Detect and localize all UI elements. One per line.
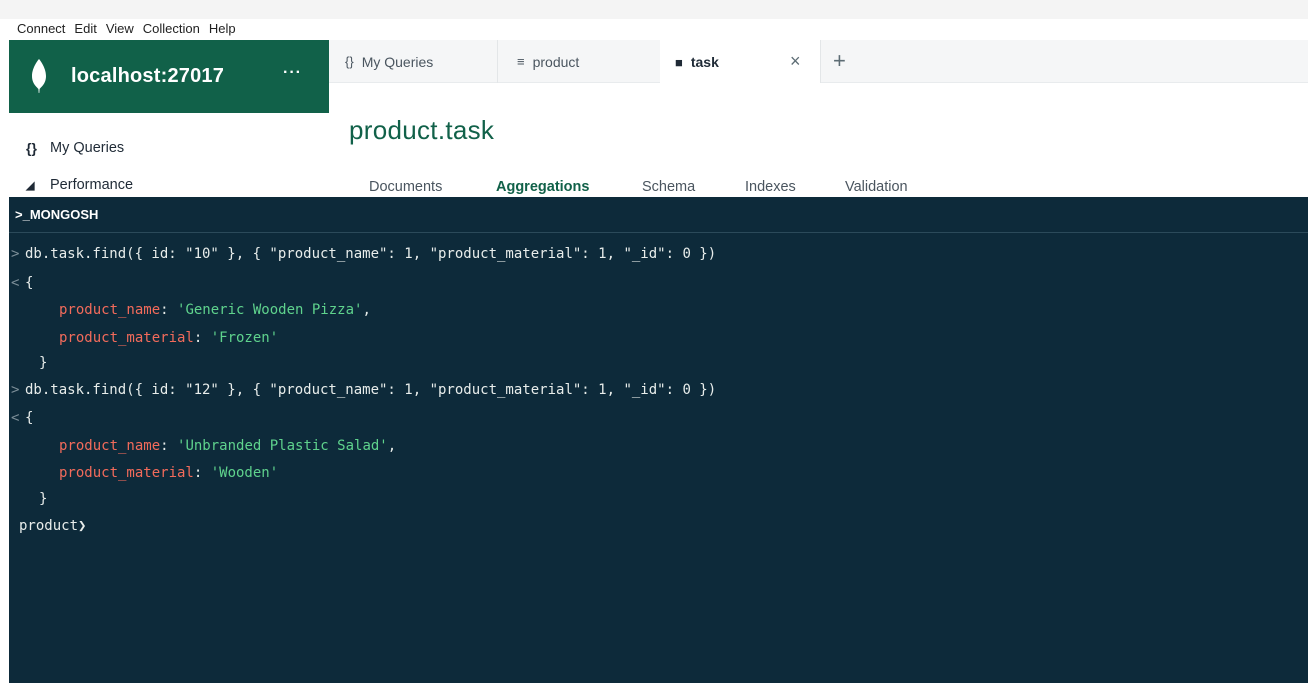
tab-label: product bbox=[532, 53, 580, 70]
field-value: 'Generic Wooden Pizza' bbox=[177, 302, 363, 318]
input-chevron-icon: > bbox=[11, 246, 20, 262]
window-title-strip bbox=[0, 0, 1308, 19]
output-close-brace: } bbox=[39, 355, 48, 371]
field-key: product_material bbox=[59, 330, 194, 346]
output-open-brace: { bbox=[25, 275, 34, 291]
shell-output-line: <{ bbox=[11, 408, 33, 428]
database-icon: ≡ bbox=[517, 54, 525, 69]
shell-prompt: product bbox=[19, 518, 79, 534]
connection-name: localhost:27017 bbox=[71, 65, 225, 87]
mongosh-shell[interactable]: >_MONGOSH > db.task.find({ id: "10" }, { … bbox=[9, 197, 1308, 683]
menubar: Connect Edit View Collection Help bbox=[0, 19, 236, 39]
subtab-validation[interactable]: Validation bbox=[845, 179, 908, 195]
output-field: product_material: 'Wooden' bbox=[59, 465, 279, 481]
gauge-icon: ◢ bbox=[26, 179, 35, 192]
field-key: product_name bbox=[59, 302, 161, 318]
sidebar-item-label: My Queries bbox=[50, 140, 125, 156]
tab-divider bbox=[820, 40, 821, 83]
tab-label: My Queries bbox=[361, 53, 434, 70]
menu-connect[interactable]: Connect bbox=[17, 19, 65, 39]
shell-title: >_MONGOSH bbox=[15, 207, 99, 222]
shell-input-line: > db.task.find({ id: "12" }, { "product_n… bbox=[11, 380, 716, 400]
field-key: product_name bbox=[59, 438, 161, 454]
output-chevron-icon: < bbox=[11, 410, 20, 426]
tab-product[interactable]: ≡ product bbox=[517, 40, 657, 83]
output-field: product_material: 'Frozen' bbox=[59, 330, 279, 346]
shell-command: db.task.find({ id: "10" }, { "product_na… bbox=[25, 246, 717, 262]
field-value: 'Unbranded Plastic Salad' bbox=[177, 438, 388, 454]
folder-icon: ■ bbox=[675, 54, 683, 70]
field-value: 'Frozen' bbox=[210, 330, 279, 346]
connection-options-button[interactable]: ··· bbox=[283, 64, 302, 82]
subtab-indexes[interactable]: Indexes bbox=[745, 179, 796, 195]
shell-command: db.task.find({ id: "12" }, { "product_na… bbox=[25, 382, 717, 398]
shell-header[interactable]: >_MONGOSH bbox=[9, 197, 1308, 233]
shell-output-line: <{ bbox=[11, 273, 33, 293]
namespace-title: product.task bbox=[349, 115, 495, 145]
menu-collection[interactable]: Collection bbox=[143, 19, 200, 39]
curly-braces-icon: {} bbox=[26, 140, 37, 156]
sidebar-item-performance[interactable]: ◢ Performance bbox=[26, 177, 133, 193]
shell-prompt-line[interactable]: product❯ bbox=[19, 516, 86, 536]
subtab-schema[interactable]: Schema bbox=[642, 179, 695, 195]
close-tab-icon[interactable]: × bbox=[790, 51, 801, 72]
output-close-brace: } bbox=[39, 491, 48, 507]
curly-braces-icon: {} bbox=[345, 54, 354, 69]
input-chevron-icon: > bbox=[11, 382, 20, 398]
menu-help[interactable]: Help bbox=[209, 19, 236, 39]
tab-bar: {} My Queries ≡ product ■ task × + bbox=[329, 40, 1308, 84]
shell-input-line: > db.task.find({ id: "10" }, { "product_n… bbox=[11, 244, 716, 264]
menu-edit[interactable]: Edit bbox=[74, 19, 96, 39]
tab-divider bbox=[497, 40, 498, 83]
mongodb-leaf-icon bbox=[32, 59, 46, 93]
connection-header[interactable]: localhost:27017 ··· bbox=[9, 40, 329, 113]
field-key: product_material bbox=[59, 465, 194, 481]
output-chevron-icon: < bbox=[11, 275, 20, 291]
output-open-brace: { bbox=[25, 410, 34, 426]
sidebar-nav: {} My Queries ◢ Performance bbox=[9, 113, 329, 197]
output-field: product_name: 'Unbranded Plastic Salad', bbox=[59, 438, 397, 454]
field-value: 'Wooden' bbox=[210, 465, 279, 481]
tab-label: task bbox=[690, 54, 719, 70]
add-tab-icon[interactable]: + bbox=[833, 48, 846, 74]
menu-view[interactable]: View bbox=[106, 19, 134, 39]
tab-my-queries[interactable]: {} My Queries bbox=[345, 40, 495, 83]
prompt-caret-icon: ❯ bbox=[78, 518, 87, 534]
subtab-documents[interactable]: Documents bbox=[369, 179, 442, 195]
output-field: product_name: 'Generic Wooden Pizza', bbox=[59, 302, 371, 318]
sidebar-item-label: Performance bbox=[50, 177, 134, 193]
sidebar-item-my-queries[interactable]: {} My Queries bbox=[26, 140, 124, 156]
subtab-aggregations[interactable]: Aggregations bbox=[496, 179, 589, 195]
